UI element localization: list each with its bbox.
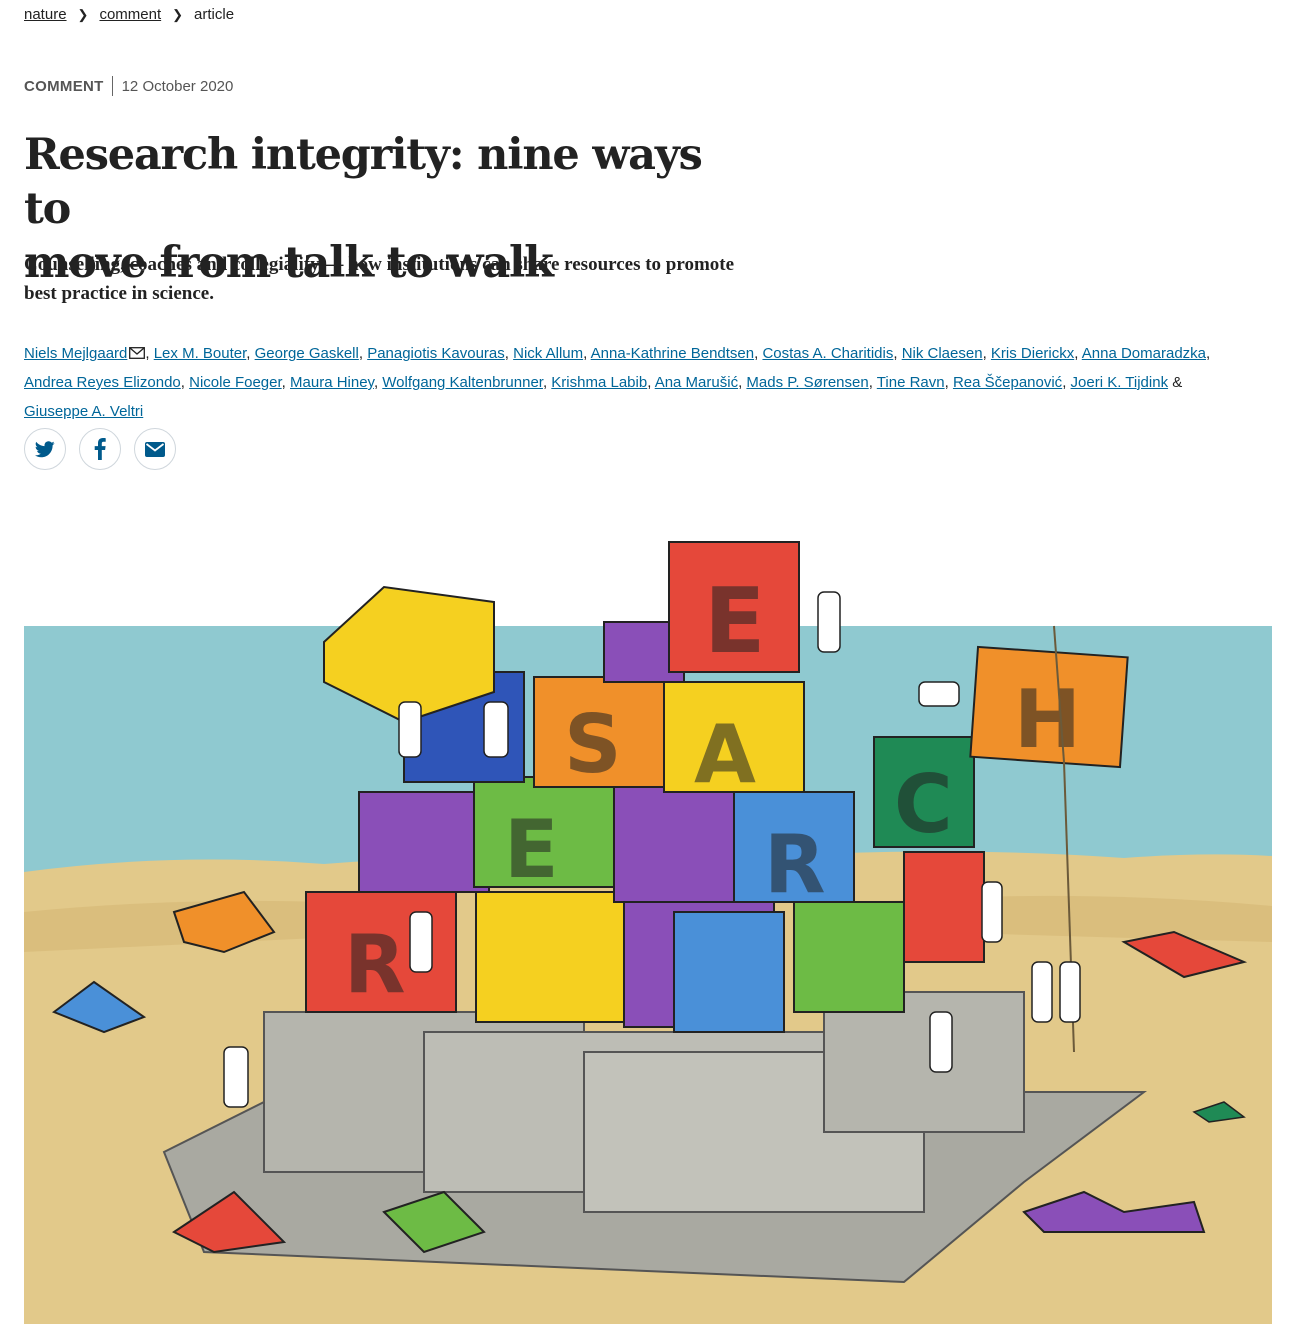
- standfirst-line-1: Counselling, coaches and collegiality — …: [24, 254, 735, 275]
- share-buttons: [24, 428, 176, 470]
- scientist-figure: [398, 701, 422, 758]
- author-link[interactable]: George Gaskell: [255, 345, 359, 362]
- author-link[interactable]: Joeri K. Tijdink: [1071, 374, 1169, 391]
- author-link[interactable]: Giuseppe A. Veltri: [24, 403, 143, 420]
- title-line-1: Research integrity: nine ways to: [24, 130, 703, 234]
- share-twitter-button[interactable]: [24, 428, 66, 470]
- author-link[interactable]: Rea Ščepanović: [953, 374, 1062, 391]
- block-letter: C: [894, 758, 953, 851]
- author-link[interactable]: Maura Hiney: [290, 374, 374, 391]
- letter-block-blue: [673, 911, 785, 1033]
- breadcrumb-nature-link[interactable]: nature: [24, 6, 67, 23]
- block-letter: A: [694, 708, 756, 801]
- publication-date: 12 October 2020: [121, 77, 234, 95]
- block-letter: R: [344, 918, 406, 1011]
- breadcrumb: nature ❯ comment ❯ article: [24, 6, 234, 23]
- scientist-figure: [981, 881, 1003, 943]
- meta-divider: [111, 76, 113, 96]
- author-link[interactable]: Nik Claesen: [902, 345, 983, 362]
- block-letter: S: [564, 698, 622, 791]
- article-meta: COMMENT 12 October 2020: [24, 76, 233, 96]
- research-integrity-illustration: R E S E A R C H: [24, 541, 1272, 1324]
- letter-block-green: [793, 901, 905, 1013]
- hero-illustration: R E S E A R C H: [24, 492, 1272, 1324]
- author-link[interactable]: Anna-Kathrine Bendtsen: [591, 345, 754, 362]
- chevron-right-icon: ❯: [77, 6, 89, 22]
- scientist-figure: [929, 1011, 953, 1073]
- scientist-figure: [1031, 961, 1053, 1023]
- block-letter: E: [704, 569, 765, 674]
- letter-block-purple: [358, 791, 490, 893]
- author-link[interactable]: Kris Dierickx: [991, 345, 1074, 362]
- author-list: Niels Mejlgaard, Lex M. Bouter, George G…: [24, 345, 1211, 420]
- facebook-icon: [94, 438, 106, 460]
- standfirst-line-2: best practice in science.: [24, 283, 214, 304]
- author-conjunction: &: [1172, 374, 1183, 391]
- share-email-button[interactable]: [134, 428, 176, 470]
- author-link[interactable]: Mads P. Sørensen: [746, 374, 868, 391]
- share-facebook-button[interactable]: [79, 428, 121, 470]
- author-link[interactable]: Wolfgang Kaltenbrunner: [382, 374, 543, 391]
- author-link[interactable]: Costas A. Charitidis: [762, 345, 893, 362]
- scientist-figure: [483, 701, 509, 758]
- scientist-figure: [409, 911, 433, 973]
- author-link[interactable]: Panagiotis Kavouras: [367, 345, 505, 362]
- block-letter: R: [764, 818, 826, 911]
- author-link[interactable]: Nick Allum: [513, 345, 583, 362]
- author-link[interactable]: Tine Ravn: [877, 374, 945, 391]
- article-standfirst: Counselling, coaches and collegiality — …: [24, 250, 794, 308]
- letter-block-red: [903, 851, 985, 963]
- breadcrumb-current: article: [194, 6, 235, 23]
- author-link[interactable]: Ana Marušić: [655, 374, 738, 391]
- corresponding-author-mail-icon[interactable]: [129, 347, 146, 359]
- chevron-right-icon: ❯: [172, 6, 184, 22]
- author-link[interactable]: Niels Mejlgaard: [24, 345, 127, 362]
- block-letter: H: [1014, 673, 1081, 766]
- author-link[interactable]: Anna Domaradzka: [1082, 345, 1206, 362]
- scientist-figure: [918, 681, 960, 707]
- author-link[interactable]: Krishma Labib: [551, 374, 647, 391]
- email-icon: [145, 441, 165, 457]
- author-link[interactable]: Lex M. Bouter: [154, 345, 247, 362]
- breadcrumb-comment-link[interactable]: comment: [99, 6, 161, 23]
- block-letter: E: [504, 803, 559, 896]
- scientist-figure: [817, 591, 841, 653]
- letter-block-yellow: [475, 891, 627, 1023]
- author-link[interactable]: Andrea Reyes Elizondo: [24, 374, 181, 391]
- scientist-figure: [1059, 961, 1081, 1023]
- author-link[interactable]: Nicole Foeger: [189, 374, 282, 391]
- scientist-figure: [223, 1046, 249, 1108]
- twitter-icon: [35, 440, 55, 457]
- article-type: COMMENT: [24, 77, 104, 95]
